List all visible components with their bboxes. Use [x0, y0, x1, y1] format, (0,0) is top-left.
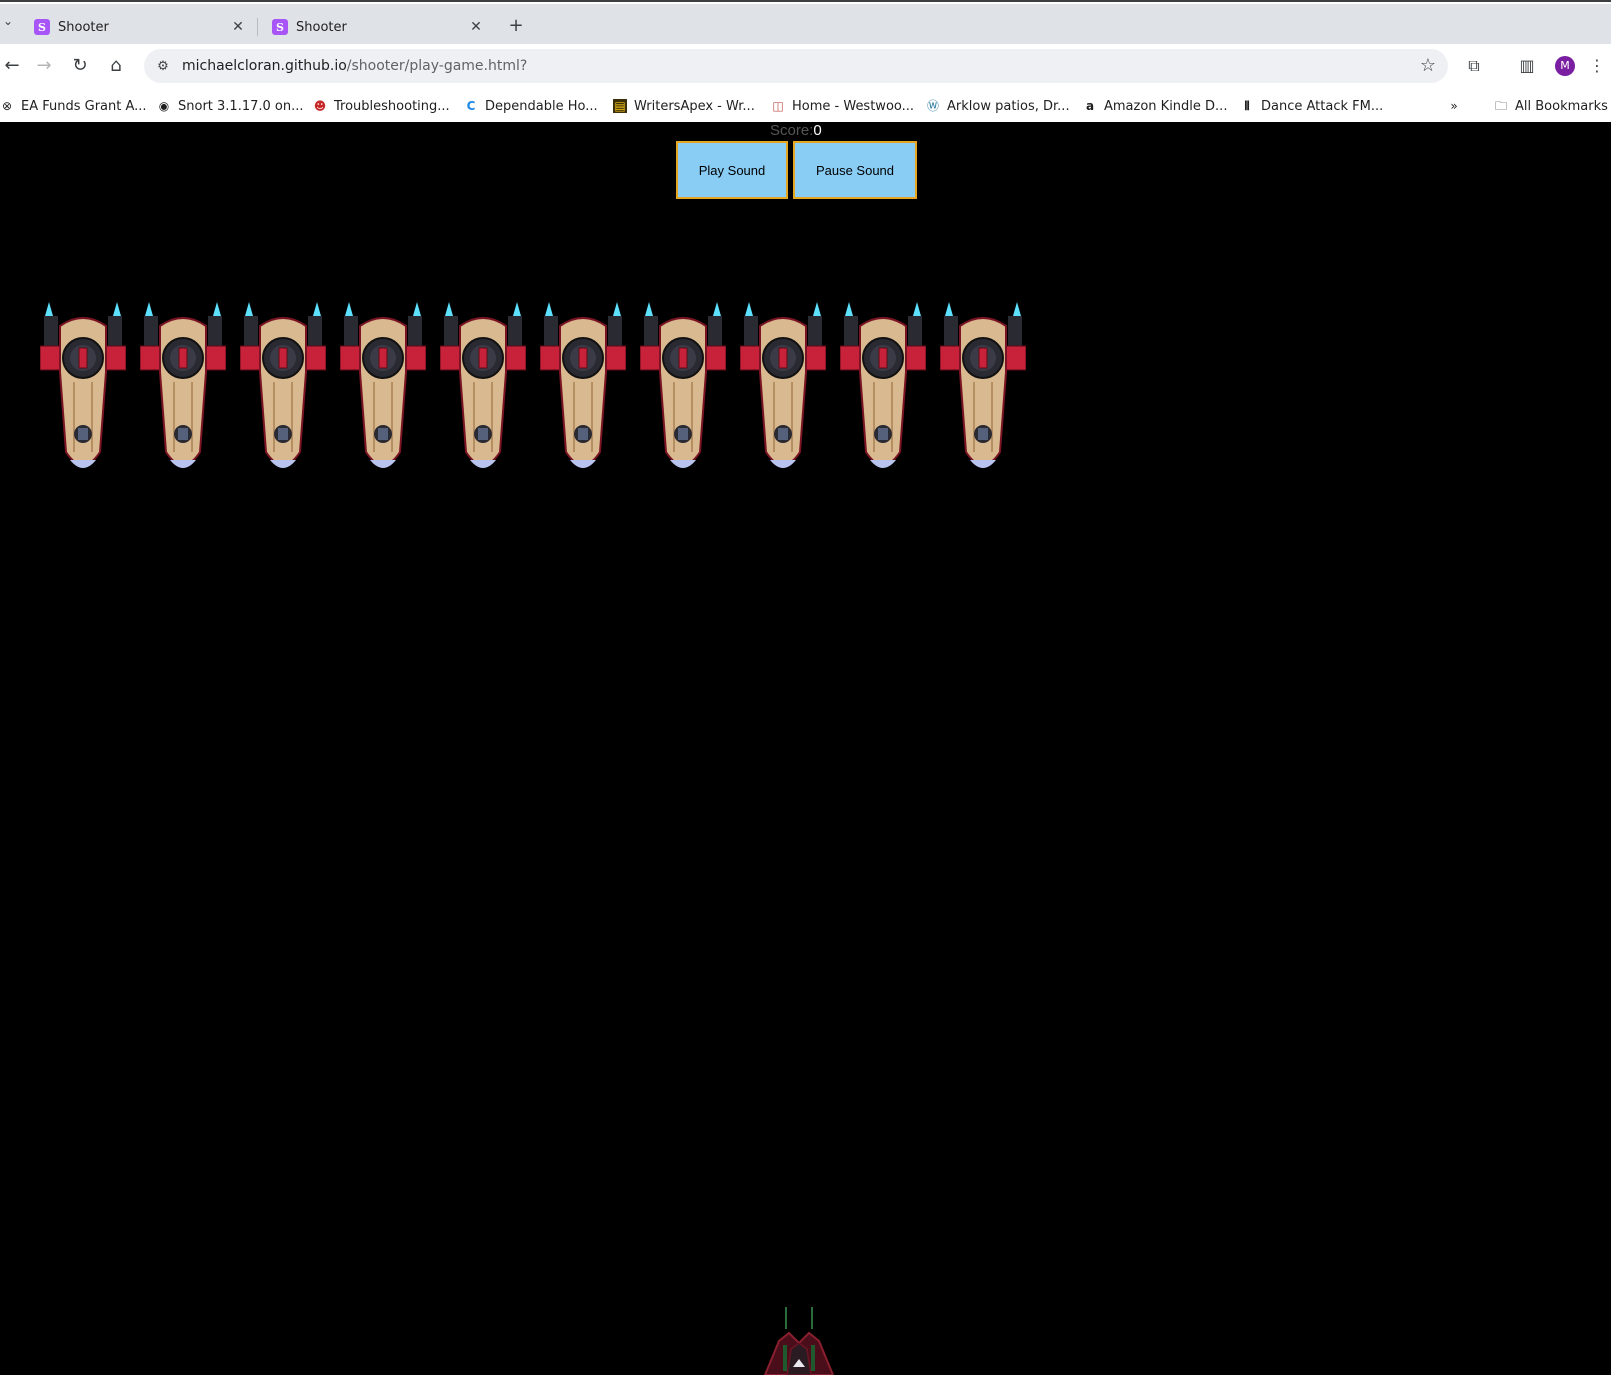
url-text: michaelcloran.github.io/shooter/play-gam…: [182, 58, 528, 74]
wordpress-icon: Ⓦ: [926, 99, 939, 113]
back-icon[interactable]: ←: [0, 54, 24, 78]
bookmarks-bar: ⊗ EA Funds Grant A... ◉ Snort 3.1.17.0 on.…: [0, 88, 1611, 124]
close-icon[interactable]: ✕: [468, 19, 484, 35]
enemy-ship: [140, 302, 226, 468]
score-value: 0: [813, 122, 822, 139]
bookmark-item[interactable]: ▤ WritersApex - Wr...: [613, 96, 755, 116]
site-info-icon[interactable]: ⚙: [148, 59, 178, 74]
bookmark-star-icon[interactable]: ☆: [1420, 55, 1436, 76]
player-ship: [763, 1307, 835, 1375]
reload-icon[interactable]: ↻: [68, 54, 92, 78]
browser-toolbar: ← → ↻ ⌂ ⚙ michaelcloran.github.io/shoote…: [0, 44, 1611, 88]
score-display: Score:0: [770, 122, 822, 139]
ea-icon: ⊗: [1, 99, 13, 113]
bookmark-item[interactable]: Ⓦ Arklow patios, Dr...: [926, 96, 1070, 116]
bookmark-item[interactable]: ⊗ EA Funds Grant A...: [0, 96, 147, 116]
more-bookmarks-icon[interactable]: »: [1447, 96, 1468, 116]
enemy-ship: [40, 302, 126, 468]
bookmark-item[interactable]: ◉ Snort 3.1.17.0 on...: [157, 96, 304, 116]
address-bar[interactable]: ⚙ michaelcloran.github.io/shooter/play-g…: [144, 49, 1448, 83]
browser-chrome: ⌄ S Shooter ✕ S Shooter ✕ + ← → ↻ ⌂ ⚙ mi…: [0, 0, 1611, 124]
new-tab-icon[interactable]: +: [506, 16, 526, 36]
enemy-ship: [840, 302, 926, 468]
tab-separator: [257, 18, 258, 36]
pause-sound-button[interactable]: Pause Sound: [793, 141, 917, 199]
globe-icon: ◉: [158, 99, 170, 113]
all-bookmarks-button[interactable]: 🗀 All Bookmarks: [1494, 96, 1608, 116]
enemy-ship: [340, 302, 426, 468]
folder-icon: 🗀: [1494, 99, 1507, 113]
play-sound-button[interactable]: Play Sound: [676, 141, 788, 199]
bookmark-item[interactable]: ⦀ Dance Attack FM...: [1240, 96, 1383, 116]
c-icon: C: [466, 99, 476, 113]
enemy-ship: [240, 302, 326, 468]
bookmark-item[interactable]: a Amazon Kindle D...: [1083, 96, 1228, 116]
game-canvas[interactable]: Score:0 Play Sound Pause Sound: [0, 122, 1611, 1375]
book-icon: ▤: [613, 99, 627, 113]
tab-title: Shooter: [296, 19, 347, 35]
forward-icon[interactable]: →: [32, 54, 56, 78]
menu-icon[interactable]: ⋮: [1587, 54, 1607, 78]
bookmark-item[interactable]: ☻ Troubleshooting...: [313, 96, 450, 116]
box-icon: ◫: [772, 99, 784, 113]
shooter-favicon-icon: S: [34, 19, 50, 35]
enemy-ship: [640, 302, 726, 468]
tab-search-icon[interactable]: ⌄: [0, 14, 16, 34]
shooter-favicon-icon: S: [272, 19, 288, 35]
home-icon[interactable]: ⌂: [104, 54, 128, 78]
bookmark-item[interactable]: ◫ Home - Westwoo...: [771, 96, 914, 116]
tab-shooter-1[interactable]: S Shooter ✕: [24, 10, 256, 44]
enemy-ship: [540, 302, 626, 468]
extensions-icon[interactable]: ⧉: [1462, 54, 1486, 78]
bars-icon: ⦀: [1244, 99, 1250, 113]
side-panel-icon[interactable]: ▥: [1515, 54, 1539, 78]
bookmark-item[interactable]: C Dependable Ho...: [464, 96, 598, 116]
tab-shooter-2[interactable]: S Shooter ✕: [262, 10, 494, 44]
enemy-ship: [440, 302, 526, 468]
tab-title: Shooter: [58, 19, 109, 35]
enemy-ship: [940, 302, 1026, 468]
enemy-ship: [740, 302, 826, 468]
tab-strip: ⌄ S Shooter ✕ S Shooter ✕ +: [0, 4, 1611, 44]
close-icon[interactable]: ✕: [230, 19, 246, 35]
amazon-icon: a: [1085, 99, 1095, 113]
devil-icon: ☻: [313, 99, 327, 113]
avatar[interactable]: M: [1555, 56, 1575, 76]
